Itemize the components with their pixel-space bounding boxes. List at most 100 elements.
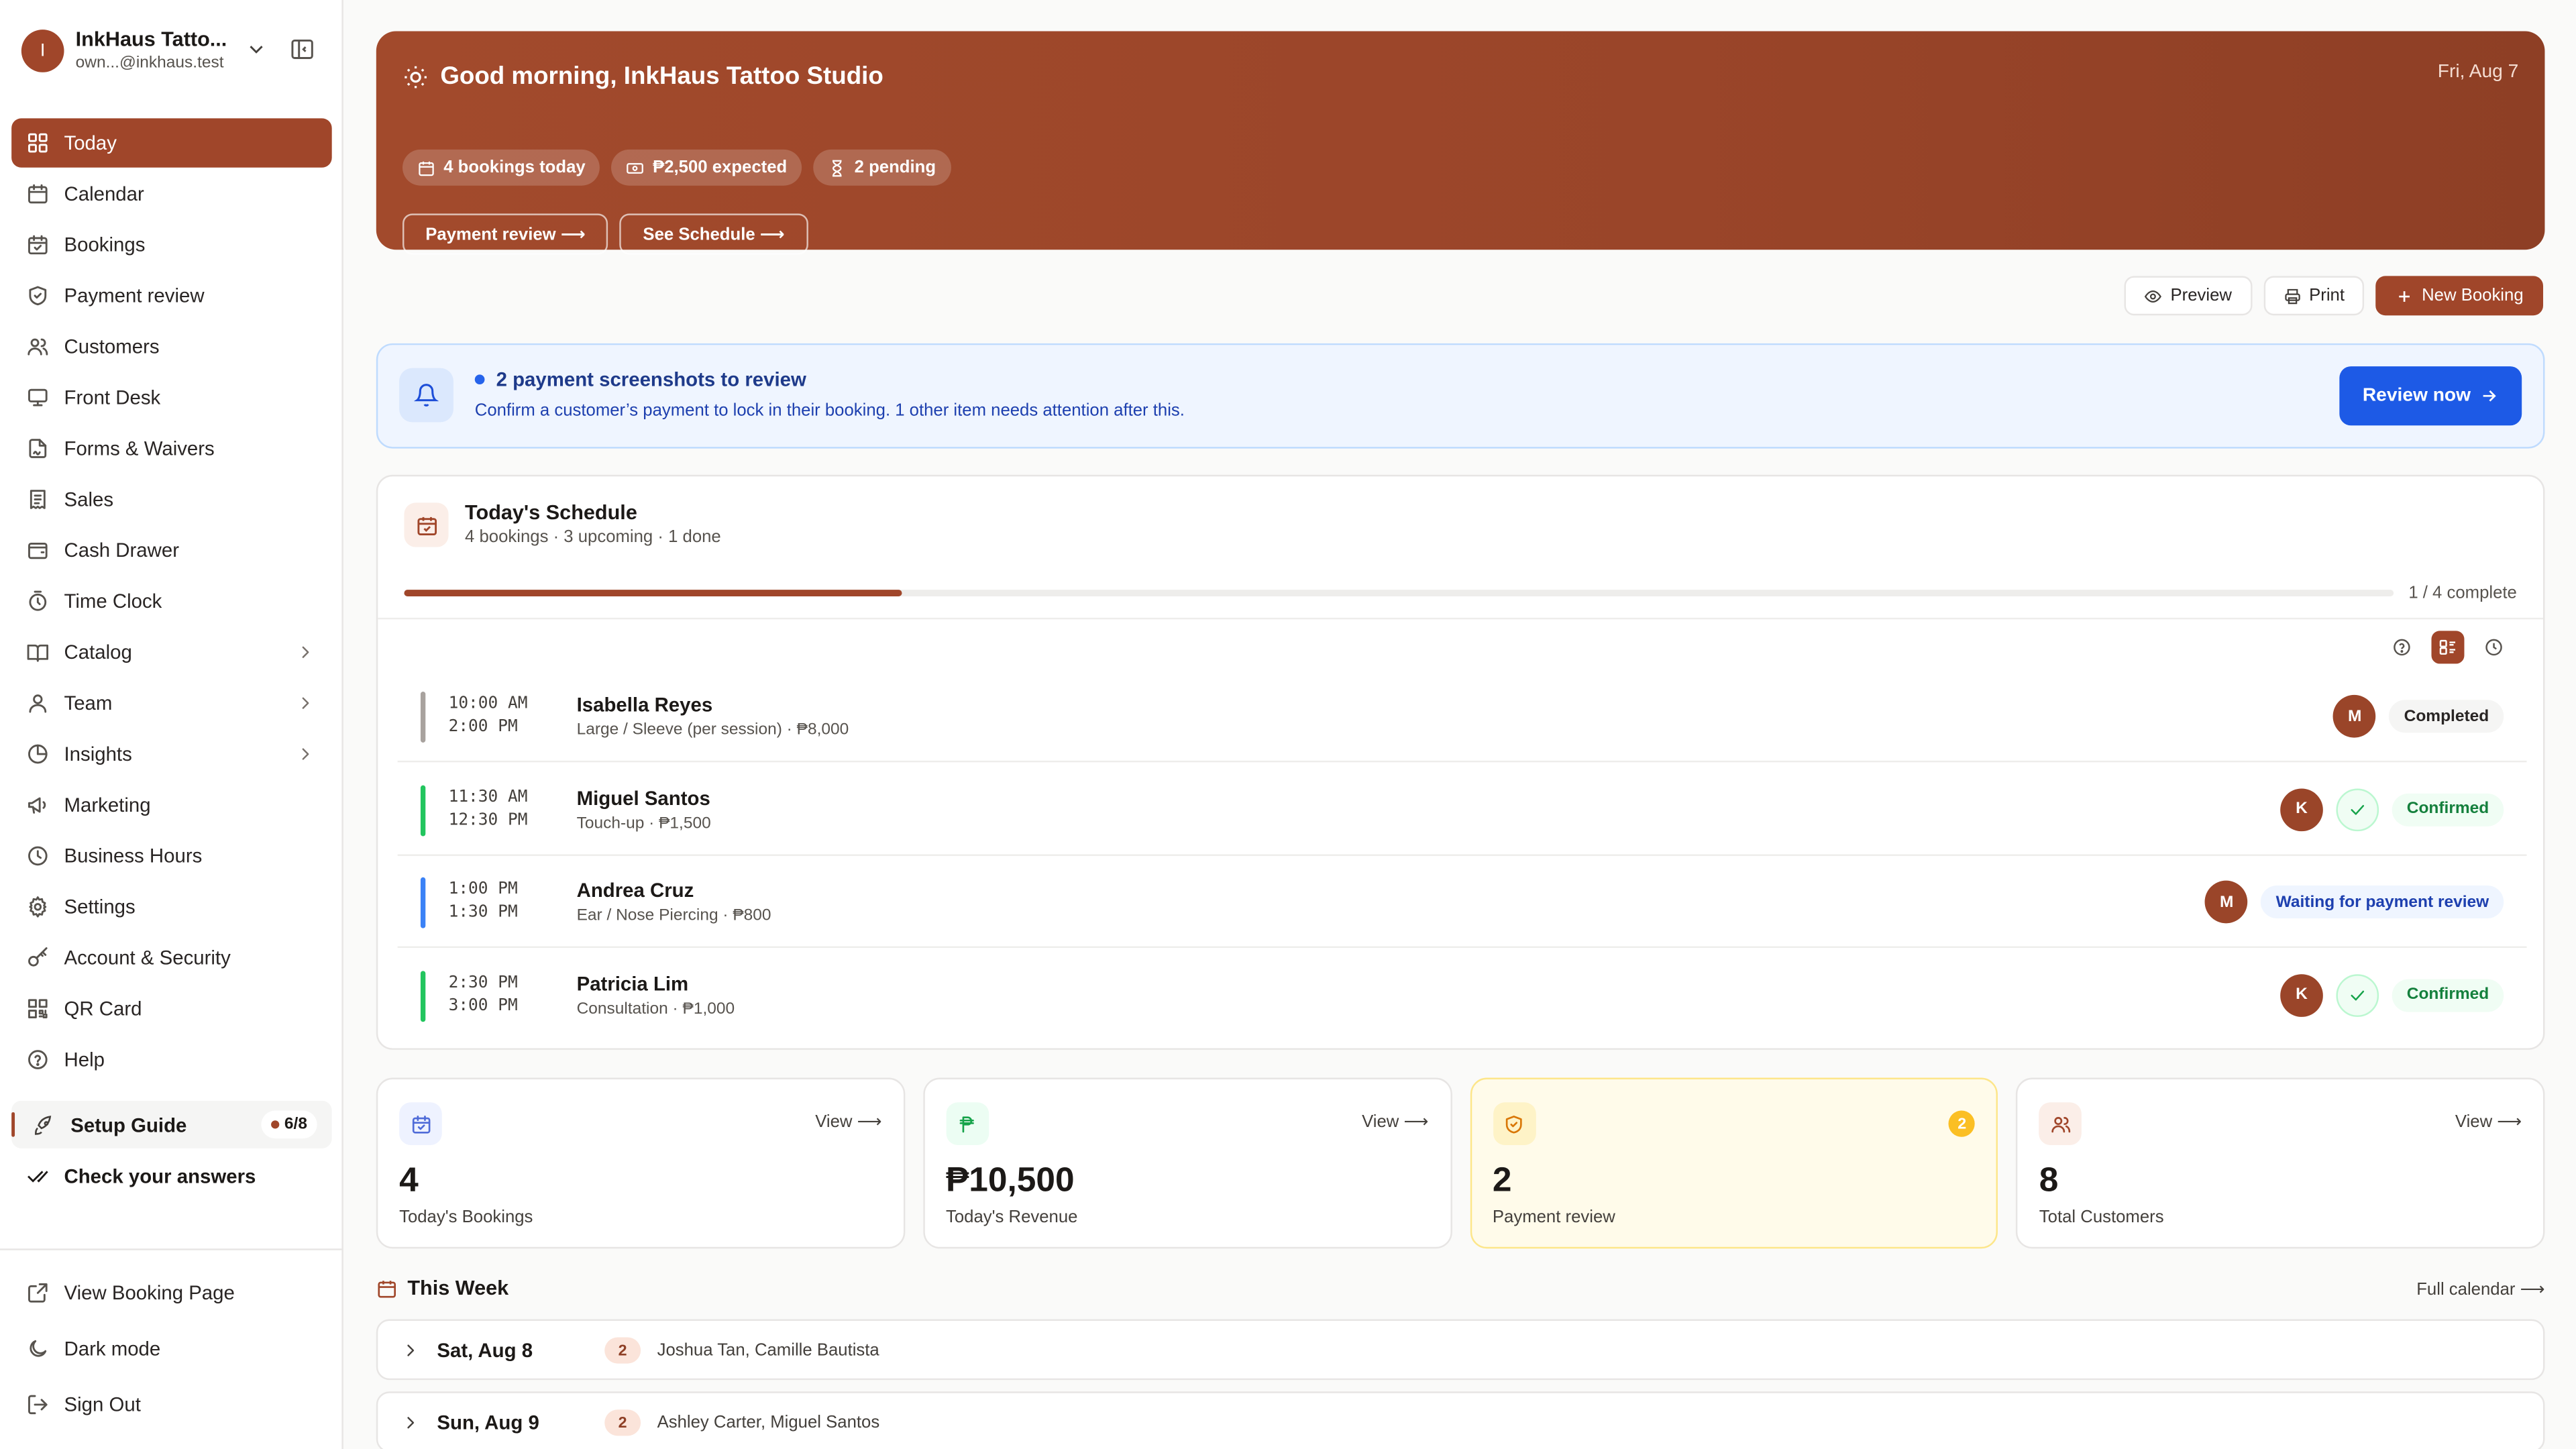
- sidebar-divider: [0, 1248, 342, 1250]
- sidebar-item-label: Payment review: [64, 284, 205, 307]
- appointment-row[interactable]: 1:00 PM 1:30 PM Andrea Cruz Ear / Nose Pier…: [397, 856, 2527, 949]
- sidebar-item-qr-card[interactable]: QR Card: [11, 984, 332, 1033]
- sidebar-item-label: Front Desk: [64, 386, 161, 409]
- sidebar-item-customers[interactable]: Customers: [11, 322, 332, 371]
- week-day-row[interactable]: Sat, Aug 8 2 Joshua Tan, Camille Bautista: [376, 1319, 2545, 1381]
- arrow-right-icon: [2483, 390, 2496, 402]
- sidebar-item-business-hours[interactable]: Business Hours: [11, 831, 332, 880]
- staff-avatar[interactable]: K: [2280, 788, 2323, 830]
- service-description: Large / Sleeve (per session) · ₱8,000: [576, 721, 849, 740]
- chevron-right-icon: [302, 646, 309, 658]
- alert-title: 2 payment screenshots to review: [475, 368, 806, 391]
- payment-review-button[interactable]: Payment review ⟶: [402, 213, 609, 255]
- sidebar-item-insights[interactable]: Insights: [11, 729, 332, 778]
- sidebar-item-help[interactable]: Help: [11, 1035, 332, 1084]
- sidebar-nav: Today Calendar Bookings Payment review Custo…: [11, 118, 332, 1085]
- sidebar-item-today[interactable]: Today: [11, 118, 332, 168]
- new-booking-button[interactable]: New Booking: [2375, 276, 2544, 316]
- users-icon: [2039, 1102, 2082, 1145]
- stat-cards: View ⟶ 4 Today's Bookings View ⟶ ₱10,500 Toda…: [376, 1077, 2545, 1249]
- appointment-row[interactable]: 2:30 PM 3:00 PM Patricia Lim Consultation ·…: [398, 949, 2527, 1040]
- sidebar-item-marketing[interactable]: Marketing: [11, 780, 332, 829]
- sidebar-item-sign-out[interactable]: Sign Out: [11, 1382, 332, 1428]
- sidebar-item-catalog[interactable]: Catalog: [11, 628, 332, 677]
- sidebar-item-label: Customers: [64, 335, 160, 358]
- sidebar-item-account-security[interactable]: Account & Security: [11, 933, 332, 982]
- booking-count-badge: 2: [604, 1337, 641, 1364]
- schedule-progress-bar: [404, 590, 2394, 596]
- sidebar-toggle-icon[interactable]: [289, 36, 315, 62]
- chevron-down-icon[interactable]: [245, 38, 268, 60]
- sidebar-item-bookings[interactable]: Bookings: [11, 220, 332, 269]
- week-day-row[interactable]: Sun, Aug 9 2 Ashley Carter, Miguel Santos: [376, 1391, 2545, 1449]
- sidebar-item-settings[interactable]: Settings: [11, 882, 332, 931]
- account-avatar: I: [21, 30, 64, 72]
- timer-icon: [29, 590, 47, 611]
- staff-avatar[interactable]: M: [2205, 880, 2249, 924]
- appointment-start: 10:00 AM: [448, 694, 528, 713]
- chevron-right-icon[interactable]: [401, 1340, 421, 1360]
- banknote-icon: [627, 162, 644, 173]
- sidebar-item-view-booking-page[interactable]: View Booking Page: [11, 1270, 332, 1316]
- appointment-row[interactable]: 11:30 AM 12:30 PM Miguel Santos Touch-up · …: [397, 763, 2527, 855]
- sidebar-item-label: Today: [64, 131, 117, 155]
- stat-card-payment-review[interactable]: 2 2 Payment review: [1469, 1077, 1998, 1249]
- sidebar-item-team[interactable]: Team: [11, 678, 332, 727]
- view-link[interactable]: View ⟶: [1362, 1112, 1428, 1132]
- stat-label: Today's Revenue: [946, 1208, 1078, 1228]
- setup-progress-badge: 6/8: [261, 1110, 317, 1139]
- customer-names: Joshua Tan, Camille Bautista: [657, 1340, 879, 1360]
- book-open-icon: [27, 644, 49, 662]
- sidebar-item-label: Insights: [64, 742, 132, 766]
- calendar-check-icon: [28, 235, 48, 255]
- view-link[interactable]: View ⟶: [815, 1112, 881, 1132]
- sidebar-item-dark-mode[interactable]: Dark mode: [11, 1326, 332, 1372]
- sidebar-item-sales[interactable]: Sales: [11, 475, 332, 524]
- moon-icon: [30, 1340, 47, 1357]
- sidebar-item-forms-waivers[interactable]: Forms & Waivers: [11, 424, 332, 473]
- stat-card-today-s-bookings[interactable]: View ⟶ 4 Today's Bookings: [376, 1077, 905, 1249]
- sidebar-item-front-desk[interactable]: Front Desk: [11, 373, 332, 422]
- stat-card-today-s-revenue[interactable]: View ⟶ ₱10,500 Today's Revenue: [922, 1077, 1452, 1249]
- chip-label: ₱2,500 expected: [653, 158, 788, 178]
- help-circle-icon[interactable]: [2385, 631, 2418, 663]
- sidebar-item-label: Sign Out: [64, 1393, 141, 1417]
- stat-card-total-customers[interactable]: View ⟶ 8 Total Customers: [2016, 1077, 2545, 1249]
- preview-button[interactable]: Preview: [2124, 276, 2252, 316]
- greeting: Good morning, InkHaus Tattoo Studio: [402, 62, 883, 91]
- setup-guide[interactable]: Setup Guide 6/8: [11, 1100, 332, 1148]
- sidebar-item-payment-review[interactable]: Payment review: [11, 271, 332, 320]
- staff-avatar[interactable]: K: [2280, 973, 2323, 1016]
- stat-label: Payment review: [1492, 1208, 1615, 1228]
- print-button[interactable]: Print: [2263, 276, 2365, 316]
- staff-avatar[interactable]: M: [2333, 694, 2377, 738]
- chevron-right-icon[interactable]: [401, 1413, 421, 1432]
- list-view-icon[interactable]: [2431, 631, 2465, 664]
- account-switcher[interactable]: I InkHaus Tatto... own...@inkhaus.test: [21, 28, 322, 77]
- check-in-button[interactable]: [2336, 788, 2379, 830]
- chip-bookings-today: 4 bookings today: [402, 149, 600, 186]
- appointment-end: 2:00 PM: [448, 718, 518, 737]
- check-answers-link[interactable]: Check your answers: [26, 1160, 256, 1193]
- timeline-view-icon[interactable]: [2477, 631, 2510, 663]
- sidebar-item-time-clock[interactable]: Time Clock: [11, 577, 332, 626]
- full-calendar-link[interactable]: Full calendar ⟶: [2416, 1280, 2544, 1299]
- this-week-title-wrap: This Week: [376, 1277, 508, 1299]
- sidebar-item-cash-drawer[interactable]: Cash Drawer: [11, 526, 332, 575]
- appointment-row[interactable]: 10:00 AM 2:00 PM Isabella Reyes Large / Sle…: [397, 670, 2527, 763]
- hourglass-icon: [833, 159, 842, 176]
- schedule-progress-fill: [404, 590, 902, 596]
- view-link[interactable]: View ⟶: [2455, 1112, 2522, 1132]
- status-color-bar: [420, 784, 426, 836]
- user-icon: [29, 694, 47, 713]
- see-schedule-button[interactable]: See Schedule ⟶: [620, 213, 808, 255]
- check-in-button[interactable]: [2336, 973, 2379, 1016]
- sidebar-item-label: Dark mode: [64, 1337, 161, 1360]
- page-toolbar: Preview Print New Booking: [2124, 276, 2544, 316]
- review-now-button[interactable]: Review now: [2339, 366, 2522, 426]
- sidebar-item-calendar[interactable]: Calendar: [11, 169, 332, 218]
- stat-value: ₱10,500: [946, 1161, 1075, 1199]
- main-content: Good morning, InkHaus Tattoo Studio Fri,…: [343, 0, 2576, 1449]
- alert-subtitle: Confirm a customer’s payment to lock in …: [474, 400, 1185, 421]
- appointment-end: 3:00 PM: [448, 996, 518, 1015]
